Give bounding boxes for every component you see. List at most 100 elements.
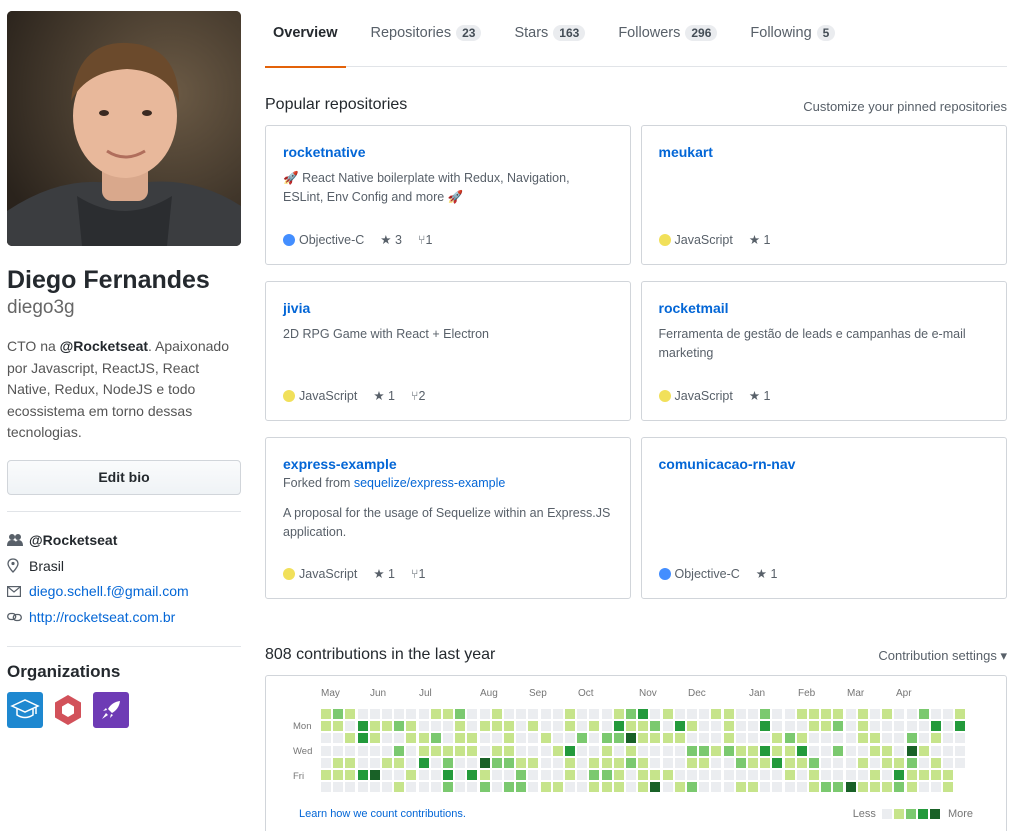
contribution-day[interactable] — [345, 709, 356, 719]
contribution-day[interactable] — [906, 757, 917, 768]
contribution-day[interactable] — [418, 733, 429, 744]
contribution-day[interactable] — [418, 770, 429, 780]
repo-stars-link[interactable]: ★ 3 — [380, 232, 402, 248]
contribution-day[interactable] — [711, 721, 722, 732]
contribution-day[interactable] — [577, 745, 588, 756]
contribution-day[interactable] — [479, 745, 490, 756]
contribution-day[interactable] — [662, 721, 673, 732]
contribution-day[interactable] — [674, 745, 685, 756]
contribution-day[interactable] — [906, 721, 917, 732]
contribution-day[interactable] — [333, 782, 344, 793]
contribution-day[interactable] — [833, 745, 844, 756]
contribution-day[interactable] — [735, 757, 746, 768]
contribution-day[interactable] — [796, 721, 807, 732]
contribution-day[interactable] — [723, 733, 734, 744]
contribution-day[interactable] — [589, 709, 600, 719]
contribution-day[interactable] — [430, 770, 441, 780]
contribution-day[interactable] — [321, 745, 331, 756]
contribution-day[interactable] — [406, 745, 417, 756]
contribution-day[interactable] — [784, 782, 795, 793]
contribution-day[interactable] — [784, 733, 795, 744]
contribution-day[interactable] — [784, 721, 795, 732]
contribution-day[interactable] — [382, 721, 392, 732]
contribution-day[interactable] — [772, 721, 783, 732]
contribution-day[interactable] — [882, 721, 893, 732]
contribution-day[interactable] — [772, 757, 783, 768]
contribution-day[interactable] — [723, 757, 734, 768]
contribution-day[interactable] — [333, 721, 344, 732]
contribution-day[interactable] — [357, 709, 368, 719]
contribution-day[interactable] — [662, 757, 673, 768]
contribution-day[interactable] — [857, 757, 868, 768]
contribution-day[interactable] — [504, 733, 514, 744]
contribution-day[interactable] — [467, 782, 478, 793]
contribution-day[interactable] — [528, 782, 539, 793]
contribution-day[interactable] — [748, 733, 758, 744]
contribution-day[interactable] — [516, 770, 527, 780]
contribution-day[interactable] — [796, 709, 807, 719]
contribution-day[interactable] — [748, 709, 758, 719]
contribution-day[interactable] — [406, 782, 417, 793]
contribution-day[interactable] — [394, 733, 405, 744]
contribution-day[interactable] — [845, 733, 856, 744]
contribution-day[interactable] — [491, 770, 502, 780]
contribution-day[interactable] — [931, 721, 941, 732]
contribution-day[interactable] — [638, 757, 649, 768]
contribution-day[interactable] — [467, 770, 478, 780]
contribution-day[interactable] — [406, 770, 417, 780]
tab-stars[interactable]: Stars 163 — [506, 0, 593, 66]
contribution-day[interactable] — [601, 733, 612, 744]
contribution-day[interactable] — [845, 709, 856, 719]
contribution-day[interactable] — [674, 770, 685, 780]
contribution-day[interactable] — [748, 782, 758, 793]
contribution-day[interactable] — [369, 757, 380, 768]
contribution-day[interactable] — [394, 782, 405, 793]
contribution-day[interactable] — [821, 770, 832, 780]
contribution-day[interactable] — [357, 782, 368, 793]
contribution-day[interactable] — [931, 709, 941, 719]
contribution-day[interactable] — [369, 733, 380, 744]
contribution-day[interactable] — [455, 745, 466, 756]
contribution-day[interactable] — [687, 721, 697, 732]
contribution-day[interactable] — [333, 733, 344, 744]
contribution-day[interactable] — [565, 770, 575, 780]
contribution-day[interactable] — [760, 721, 771, 732]
contribution-day[interactable] — [699, 782, 710, 793]
contribution-day[interactable] — [321, 757, 331, 768]
contribution-day[interactable] — [735, 782, 746, 793]
contribution-day[interactable] — [918, 721, 929, 732]
contribution-day[interactable] — [516, 782, 527, 793]
contribution-day[interactable] — [918, 733, 929, 744]
contribution-day[interactable] — [418, 757, 429, 768]
contribution-day[interactable] — [882, 745, 893, 756]
contribution-day[interactable] — [723, 709, 734, 719]
contribution-day[interactable] — [882, 782, 893, 793]
contribution-day[interactable] — [589, 745, 600, 756]
contribution-day[interactable] — [723, 745, 734, 756]
contribution-day[interactable] — [870, 757, 880, 768]
contribution-day[interactable] — [943, 757, 954, 768]
contribution-day[interactable] — [345, 733, 356, 744]
contribution-day[interactable] — [418, 745, 429, 756]
contribution-day[interactable] — [723, 721, 734, 732]
contribution-day[interactable] — [552, 745, 563, 756]
contribution-day[interactable] — [638, 721, 649, 732]
contribution-day[interactable] — [345, 745, 356, 756]
contribution-day[interactable] — [711, 770, 722, 780]
contribution-day[interactable] — [613, 745, 624, 756]
contribution-day[interactable] — [394, 709, 405, 719]
contribution-day[interactable] — [504, 709, 514, 719]
contribution-day[interactable] — [552, 709, 563, 719]
contribution-day[interactable] — [809, 745, 819, 756]
contribution-day[interactable] — [735, 770, 746, 780]
website-link[interactable]: http://rocketseat.com.br — [29, 609, 175, 625]
contribution-day[interactable] — [711, 745, 722, 756]
contribution-day[interactable] — [711, 709, 722, 719]
contribution-day[interactable] — [418, 721, 429, 732]
contribution-day[interactable] — [894, 757, 905, 768]
contribution-day[interactable] — [430, 733, 441, 744]
contribution-day[interactable] — [443, 721, 453, 732]
contribution-day[interactable] — [882, 709, 893, 719]
contribution-day[interactable] — [662, 770, 673, 780]
repo-forks-link[interactable]: ⑂ 1 — [411, 567, 425, 581]
